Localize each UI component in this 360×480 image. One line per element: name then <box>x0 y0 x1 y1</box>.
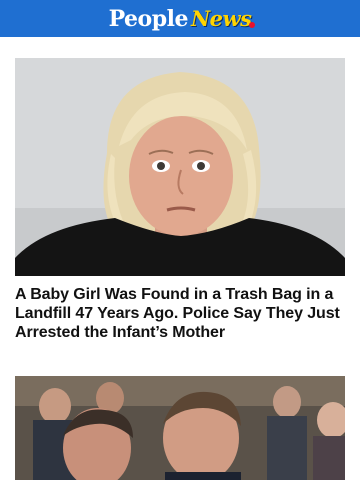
article-photo-mugshot[interactable] <box>15 58 345 276</box>
people-news-logo[interactable]: People News <box>108 5 256 32</box>
article-headline[interactable]: A Baby Girl Was Found in a Trash Bag in … <box>15 285 345 342</box>
article-card[interactable] <box>15 376 345 480</box>
mugshot-illustration <box>15 58 345 276</box>
courtroom-illustration <box>15 376 345 480</box>
logo-people-text: People <box>108 5 189 32</box>
article-card[interactable]: A Baby Girl Was Found in a Trash Bag in … <box>15 58 345 342</box>
site-header: People News <box>0 0 360 37</box>
article-photo-courtroom[interactable] <box>15 376 345 480</box>
logo-news-text: News <box>190 5 256 31</box>
